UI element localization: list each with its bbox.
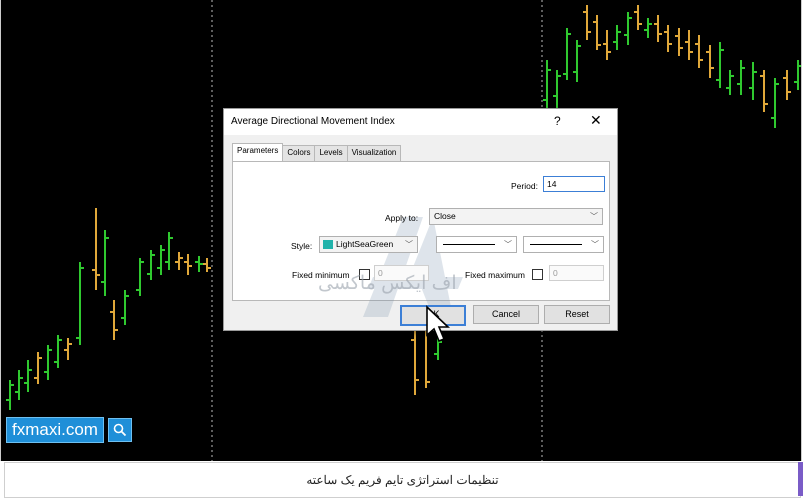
tab-parameters[interactable]: Parameters — [232, 143, 284, 161]
style-label: Style: — [291, 241, 313, 251]
bull-bar — [794, 60, 801, 90]
bear-bar — [603, 30, 611, 60]
bull-bar — [76, 262, 84, 345]
bear-bar — [675, 28, 683, 56]
period-label: Period: — [511, 181, 538, 191]
help-button[interactable]: ? — [554, 114, 561, 128]
bull-bar — [543, 60, 551, 110]
bear-bar — [203, 258, 211, 272]
bull-bar — [749, 62, 757, 100]
dialog-titlebar[interactable]: Average Directional Movement Index ? ✕ — [224, 109, 617, 135]
chevron-down-icon: ﹀ — [405, 240, 413, 249]
reset-button[interactable]: Reset — [544, 305, 610, 324]
bull-bar — [737, 60, 745, 95]
bull-bar — [613, 25, 621, 50]
bull-bar — [716, 42, 724, 88]
bear-bar — [654, 15, 662, 42]
bull-bar — [195, 256, 203, 272]
bull-bar — [563, 28, 571, 80]
chevron-down-icon: ﹀ — [504, 240, 512, 249]
bull-bar — [624, 12, 632, 45]
bear-bar — [593, 15, 601, 50]
bull-bar — [157, 245, 165, 275]
bull-bar — [553, 70, 561, 110]
line-style-select[interactable]: ﹀ — [436, 236, 517, 253]
indicator-properties-dialog: Average Directional Movement Index ? ✕ P… — [223, 108, 618, 331]
bull-bar — [644, 18, 652, 38]
chevron-down-icon: ﹀ — [591, 240, 599, 249]
apply-to-label: Apply to: — [385, 213, 419, 223]
bull-bar — [44, 345, 52, 380]
bull-bar — [15, 370, 23, 400]
bear-bar — [583, 5, 591, 40]
bull-bar — [54, 335, 62, 368]
watermark-text: اف ایکس ماکسی — [318, 273, 457, 294]
bear-bar — [110, 300, 118, 340]
bear-bar — [175, 252, 183, 270]
bear-bar — [64, 338, 72, 360]
fixed-maximum-input[interactable]: 0 — [549, 265, 604, 281]
line-width-select[interactable]: ﹀ — [523, 236, 604, 253]
bull-bar — [147, 250, 155, 280]
bear-bar — [411, 330, 419, 395]
bull-bar — [136, 258, 144, 296]
bear-bar — [685, 30, 693, 60]
color-select[interactable]: LightSeaGreen ﹀ — [319, 236, 418, 253]
fixed-maximum-label: Fixed maximum — [465, 270, 525, 280]
tab-levels[interactable]: Levels — [314, 145, 348, 161]
apply-to-select[interactable]: Close ﹀ — [429, 208, 603, 225]
bull-bar — [165, 232, 173, 270]
fixed-maximum-checkbox[interactable] — [532, 269, 543, 280]
bull-bar — [726, 70, 734, 95]
bear-bar — [34, 352, 42, 384]
bull-bar — [771, 78, 779, 128]
line-width-sample — [530, 244, 582, 245]
cancel-button[interactable]: Cancel — [473, 305, 539, 324]
bear-bar — [706, 45, 714, 78]
caption-accent — [798, 462, 803, 496]
bear-bar — [760, 70, 768, 112]
bear-bar — [184, 254, 192, 275]
apply-to-value: Close — [434, 211, 456, 221]
bull-bar — [24, 360, 32, 392]
dialog-title: Average Directional Movement Index — [231, 116, 395, 127]
mouse-cursor-icon — [426, 305, 450, 343]
bull-bar — [6, 380, 14, 410]
line-style-sample — [443, 244, 495, 245]
color-swatch — [323, 240, 333, 250]
period-input[interactable]: 14 — [543, 176, 605, 192]
bear-bar — [634, 5, 642, 30]
bull-bar — [101, 230, 109, 296]
close-button[interactable]: ✕ — [590, 112, 602, 129]
color-name: LightSeaGreen — [336, 239, 394, 249]
search-icon — [107, 418, 132, 442]
bear-bar — [92, 208, 100, 290]
chevron-down-icon: ﹀ — [590, 212, 598, 221]
site-name: fxmaxi.com — [6, 417, 104, 443]
bear-bar — [783, 70, 791, 100]
image-caption: تنظیمات استراتژی تایم فریم یک ساعته — [4, 462, 801, 498]
tab-visualization[interactable]: Visualization — [346, 145, 402, 161]
bull-bar — [573, 40, 581, 82]
site-watermark: fxmaxi.com — [6, 417, 132, 443]
dialog-tabs: Parameters Colors Levels Visualization — [232, 143, 402, 161]
bull-bar — [121, 290, 129, 325]
tab-colors[interactable]: Colors — [282, 145, 316, 161]
bear-bar — [664, 25, 672, 52]
bear-bar — [695, 35, 703, 68]
